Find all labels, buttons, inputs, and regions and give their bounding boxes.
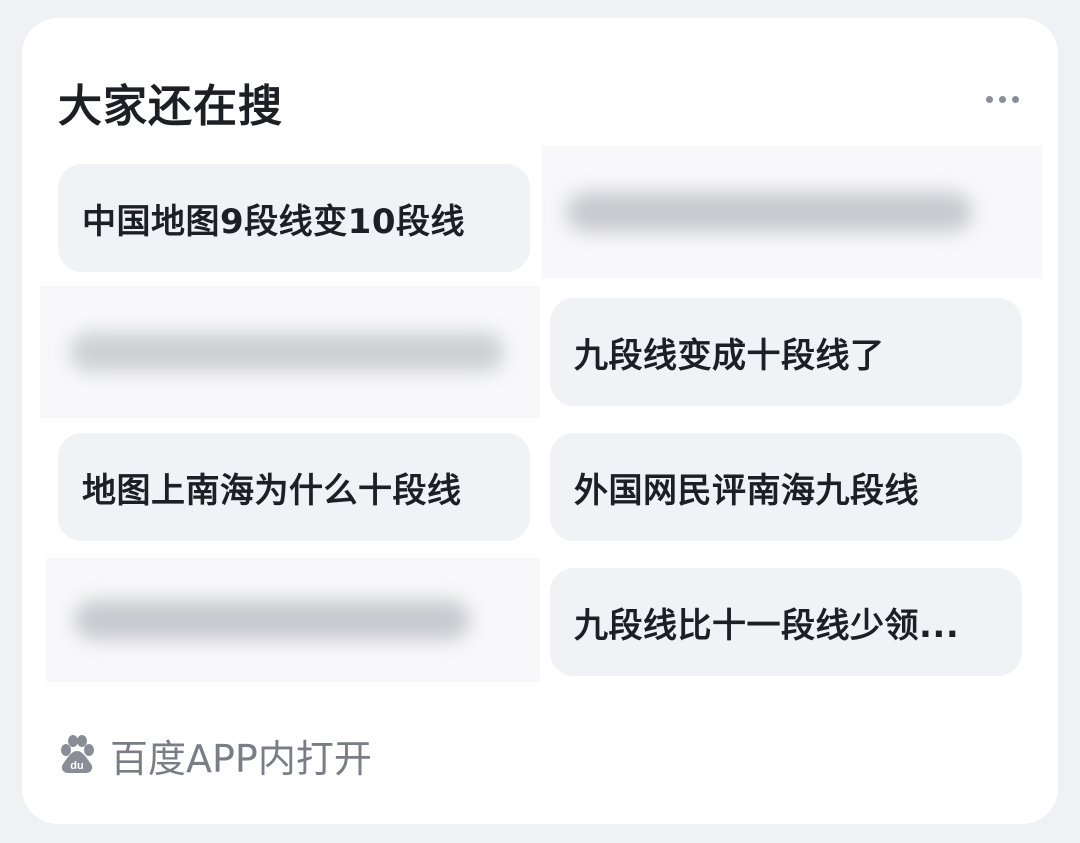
svg-text:du: du xyxy=(70,760,83,772)
suggestion-label: 九段线变成十段线了 xyxy=(574,335,885,376)
suggestion-chip[interactable]: 中国地图9段线变10段线 xyxy=(58,164,530,272)
suggestion-chip[interactable]: 地图上南海为什么十段线 xyxy=(58,433,530,541)
baidu-paw-icon: du xyxy=(61,735,94,773)
blurred-text xyxy=(70,332,504,372)
more-options-icon[interactable] xyxy=(982,84,1022,114)
open-in-baidu-app-link[interactable]: du 百度APP内打开 xyxy=(58,730,372,781)
suggestion-label: 九段线比十一段线少领... xyxy=(574,605,960,646)
dot xyxy=(998,95,1006,103)
blurred-text xyxy=(74,600,470,640)
suggestion-chip[interactable]: 外国网民评南海九段线 xyxy=(550,433,1022,541)
card-title: 大家还在搜 xyxy=(58,81,283,132)
blurred-suggestion-chip[interactable] xyxy=(46,558,540,682)
suggestion-label: 外国网民评南海九段线 xyxy=(574,470,919,511)
blurred-suggestion-chip[interactable] xyxy=(542,146,1042,278)
suggestion-chip[interactable]: 九段线变成十段线了 xyxy=(550,298,1022,406)
dot xyxy=(1011,95,1019,103)
blurred-suggestion-chip[interactable] xyxy=(40,286,540,418)
suggestion-chip[interactable]: 九段线比十一段线少领... xyxy=(550,568,1022,676)
suggestion-label: 地图上南海为什么十段线 xyxy=(82,470,462,511)
suggestion-label: 中国地图9段线变10段线 xyxy=(82,201,465,242)
related-searches-card: 大家还在搜 中国地图9段线变10段线 九段线变成十段线了 地图上南海为什么十段线… xyxy=(22,18,1058,824)
footer-label: 百度APP内打开 xyxy=(110,736,372,781)
dot xyxy=(985,95,993,103)
blurred-text xyxy=(566,192,972,232)
